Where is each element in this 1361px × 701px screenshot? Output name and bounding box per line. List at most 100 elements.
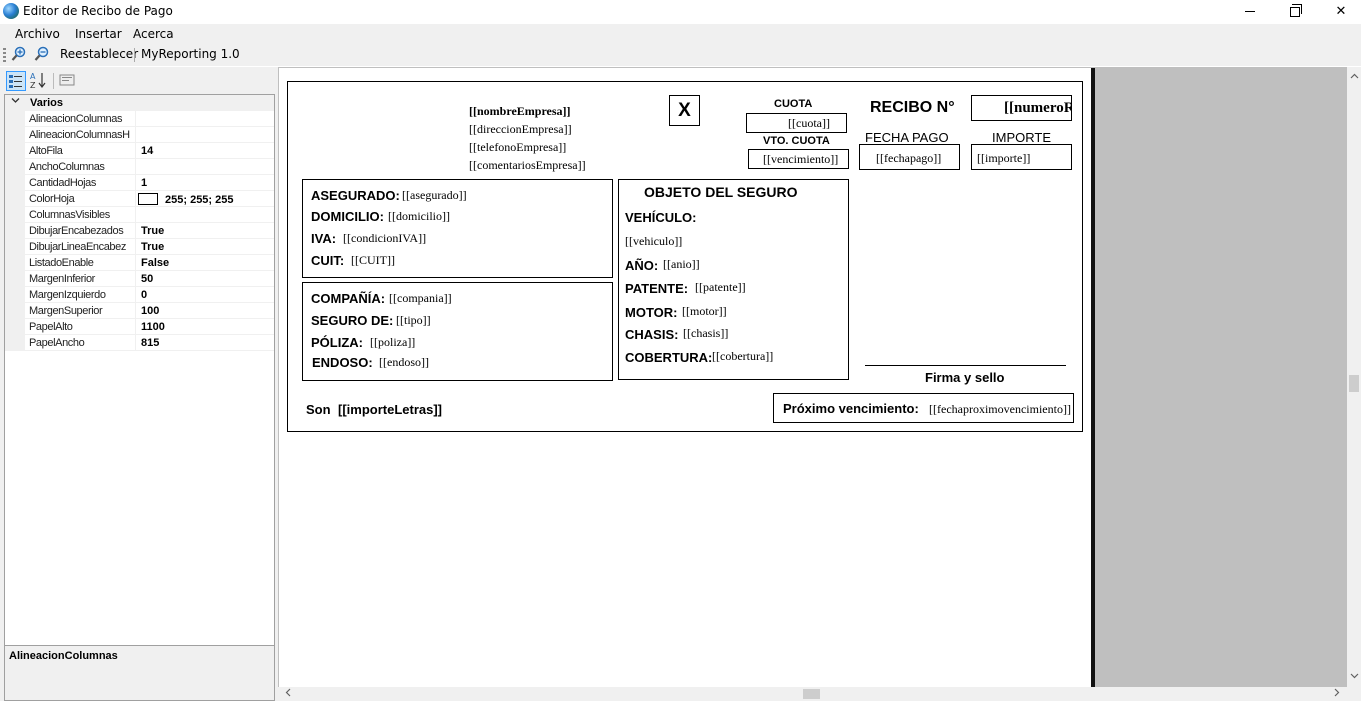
property-value[interactable]	[135, 159, 274, 175]
firma-label[interactable]: Firma y sello	[925, 370, 1004, 385]
color-value-text: 255; 255; 255	[165, 194, 234, 206]
x-mark-box[interactable]: X	[669, 95, 700, 126]
minimize-button[interactable]	[1227, 0, 1273, 23]
asegurado-section[interactable]: ASEGURADO: [[asegurado]] DOMICILIO: [[do…	[302, 179, 613, 278]
categorized-icon	[9, 75, 22, 88]
property-description: AlineacionColumnas	[4, 645, 275, 701]
scroll-down-icon[interactable]	[1347, 670, 1361, 684]
importe-letras[interactable]: [[importeLetras]]	[338, 402, 442, 417]
menu-acerca[interactable]: Acerca	[133, 27, 174, 41]
empresa-comentarios[interactable]: [[comentariosEmpresa]]	[469, 158, 586, 173]
restore-button[interactable]	[1272, 0, 1318, 23]
cobertura-label: COBERTURA:	[625, 350, 713, 365]
property-value[interactable]	[135, 127, 274, 143]
reset-button[interactable]: Reestablecer	[60, 47, 138, 61]
category-varios[interactable]: Varios	[5, 95, 274, 111]
property-row[interactable]: AnchoColumnas	[5, 159, 274, 175]
title-bar: Editor de Recibo de Pago ✕	[0, 0, 1361, 23]
property-name: MargenInferior	[29, 273, 95, 285]
proximo-value: [[fechaproximovencimiento]]	[929, 402, 1071, 416]
property-value[interactable]: 1100	[135, 319, 274, 335]
compania-section[interactable]: COMPAÑÍA: [[compania]] SEGURO DE: [[tipo…	[302, 282, 613, 381]
alphabetical-button[interactable]: A Z	[29, 71, 49, 91]
property-name: DibujarEncabezados	[29, 225, 124, 237]
son-label[interactable]: Son	[306, 402, 331, 417]
property-row[interactable]: ListadoEnable False	[5, 255, 274, 271]
horizontal-scrollbar[interactable]	[278, 687, 1347, 701]
asegurado-label: ASEGURADO:	[311, 188, 400, 203]
patente-value: [[patente]]	[695, 280, 746, 294]
design-canvas[interactable]: [[nombreEmpresa]] [[direccionEmpresa]] […	[278, 67, 1348, 687]
property-name: AlineacionColumnas	[29, 113, 123, 125]
endoso-label: ENDOSO:	[312, 355, 373, 370]
property-value[interactable]: 1	[135, 175, 274, 191]
property-row[interactable]: AlineacionColumnas	[5, 111, 274, 127]
property-name: MargenIzquierdo	[29, 289, 106, 301]
cuota-label[interactable]: CUOTA	[774, 98, 812, 110]
zoom-out-icon[interactable]	[34, 46, 50, 62]
menu-insertar[interactable]: Insertar	[75, 27, 122, 41]
scroll-up-icon[interactable]	[1347, 70, 1361, 84]
property-row[interactable]: CantidadHojas 1	[5, 175, 274, 191]
receipt-frame[interactable]: [[nombreEmpresa]] [[direccionEmpresa]] […	[287, 81, 1083, 432]
domicilio-value: [[domicilio]]	[388, 209, 450, 223]
property-pages-button[interactable]	[58, 71, 78, 91]
property-row[interactable]: ColumnasVisibles	[5, 207, 274, 223]
property-value[interactable]: 255; 255; 255	[135, 191, 274, 207]
empresa-direccion[interactable]: [[direccionEmpresa]]	[469, 122, 572, 137]
property-value[interactable]: 0	[135, 287, 274, 303]
fecha-pago-box[interactable]: [[fechapago]]	[859, 144, 960, 170]
empresa-telefono[interactable]: [[telefonoEmpresa]]	[469, 140, 566, 155]
property-name: MargenSuperior	[29, 305, 103, 317]
vertical-scrollbar[interactable]	[1347, 67, 1361, 687]
property-value[interactable]: 14	[135, 143, 274, 159]
vencimiento-box[interactable]: [[vencimiento]]	[748, 149, 849, 169]
proximo-vencimiento-box[interactable]: Próximo vencimiento: [[fechaproximovenci…	[773, 393, 1074, 423]
toolbar: Reestablecer MyReporting 1.0	[0, 44, 1361, 66]
vertical-scroll-thumb[interactable]	[1349, 375, 1359, 392]
property-value[interactable]	[135, 111, 274, 127]
categorized-button[interactable]	[6, 71, 26, 91]
recibo-label[interactable]: RECIBO N°	[870, 99, 955, 117]
property-value[interactable]: True	[135, 239, 274, 255]
scroll-left-icon[interactable]	[281, 687, 295, 701]
close-button[interactable]: ✕	[1318, 0, 1361, 23]
property-value[interactable]	[135, 207, 274, 223]
iva-value: [[condicionIVA]]	[343, 231, 427, 245]
property-row[interactable]: PapelAlto 1100	[5, 319, 274, 335]
property-row[interactable]: MargenSuperior 100	[5, 303, 274, 319]
property-value[interactable]: 100	[135, 303, 274, 319]
recibo-box[interactable]: [[numeroRecibo]]	[971, 95, 1072, 121]
property-row[interactable]: ColorHoja 255; 255; 255	[5, 191, 274, 207]
toolbar-grip[interactable]	[3, 48, 6, 62]
property-row[interactable]: MargenIzquierdo 0	[5, 287, 274, 303]
vto-cuota-label[interactable]: VTO. CUOTA	[763, 135, 830, 147]
property-name: ColorHoja	[29, 193, 75, 205]
property-row[interactable]: DibujarEncabezados True	[5, 223, 274, 239]
cuota-box[interactable]: [[cuota]]	[746, 113, 847, 133]
property-value[interactable]: False	[135, 255, 274, 271]
empresa-nombre[interactable]: [[nombreEmpresa]]	[469, 104, 571, 119]
menu-archivo[interactable]: Archivo	[15, 27, 60, 41]
importe-box[interactable]: [[importe]]	[971, 144, 1072, 170]
importe-label[interactable]: IMPORTE	[992, 130, 1051, 145]
horizontal-scroll-thumb[interactable]	[803, 689, 820, 699]
property-row[interactable]: AlineacionColumnasH	[5, 127, 274, 143]
property-value[interactable]: True	[135, 223, 274, 239]
minimize-icon	[1245, 11, 1255, 13]
property-row[interactable]: AltoFila 14	[5, 143, 274, 159]
property-row[interactable]: PapelAncho 815	[5, 335, 274, 351]
firma-line[interactable]	[865, 365, 1066, 366]
property-row[interactable]: MargenInferior 50	[5, 271, 274, 287]
chevron-down-icon[interactable]	[11, 96, 20, 108]
paper-sheet[interactable]: [[nombreEmpresa]] [[direccionEmpresa]] […	[279, 68, 1095, 687]
property-value[interactable]: 50	[135, 271, 274, 287]
scroll-right-icon[interactable]	[1330, 687, 1344, 701]
property-value[interactable]: 815	[135, 335, 274, 351]
fecha-pago-label[interactable]: FECHA PAGO	[865, 130, 949, 145]
property-row[interactable]: DibujarLineaEncabez True	[5, 239, 274, 255]
objeto-section[interactable]: OBJETO DEL SEGURO VEHÍCULO: [[vehiculo]]…	[618, 179, 849, 380]
property-name: ListadoEnable	[29, 257, 94, 269]
zoom-in-icon[interactable]	[11, 46, 27, 62]
compania-value: [[compania]]	[389, 291, 452, 305]
